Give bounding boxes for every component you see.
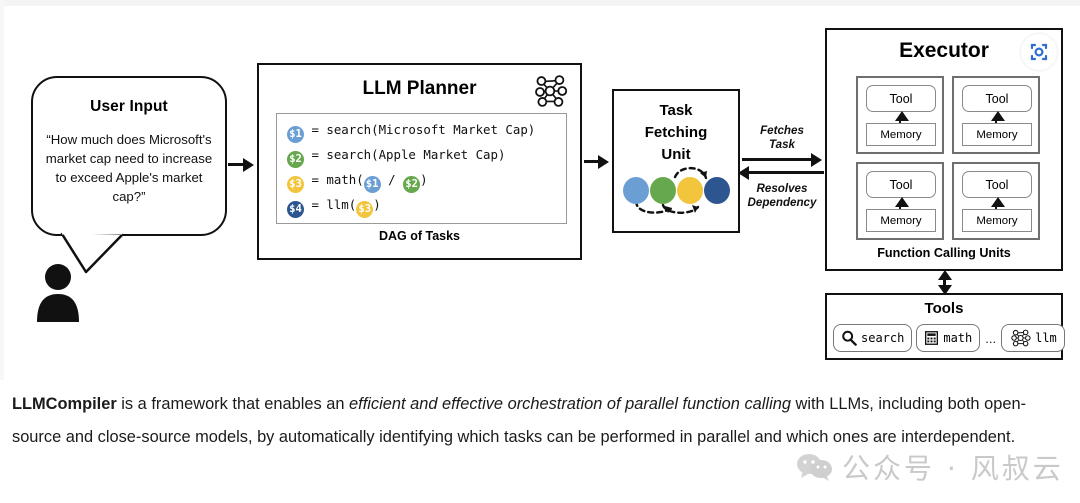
calculator-icon xyxy=(925,331,939,345)
tool-memory-arrow-up-2 xyxy=(991,111,1005,121)
arrow-fetches-task-line xyxy=(742,158,818,161)
caption-bold: LLMCompiler xyxy=(12,395,117,413)
tool-chip-llm-label: llm xyxy=(1035,331,1057,345)
function-calling-unit-3: Tool Memory xyxy=(856,162,944,240)
tools-box: Tools search math ... llm xyxy=(825,293,1065,360)
code-line-1-text: = search(Microsoft Market Cap) xyxy=(304,122,536,137)
dag-code-box: $1 = search(Microsoft Market Cap) $2 = s… xyxy=(276,113,567,224)
memory-box-2: Memory xyxy=(962,123,1032,146)
user-input-title: User Input xyxy=(90,98,168,115)
arrow-resolves-dependency-head xyxy=(738,165,749,180)
search-icon xyxy=(842,330,857,346)
diagram-canvas: User Input “How much does Microsoft's ma… xyxy=(0,0,1080,503)
left-band xyxy=(0,0,4,380)
code-line-3-tail: ) xyxy=(420,172,428,187)
token-var-1: $1 xyxy=(287,126,304,143)
task-1-dot xyxy=(623,177,649,204)
code-line-1: $1 = search(Microsoft Market Cap) xyxy=(287,119,536,143)
function-calling-units-label: Function Calling Units xyxy=(877,246,1011,260)
task-fetching-unit-dots xyxy=(622,163,732,219)
arrow-label-fetches-task: Fetches Task xyxy=(744,124,820,152)
caption-text: LLMCompiler is a framework that enables … xyxy=(12,388,1062,454)
tool-box-3: Tool xyxy=(866,171,936,198)
wechat-icon xyxy=(797,454,832,481)
tools-title: Tools xyxy=(924,300,964,317)
executor-box: Executor Tool Memory Tool Memory Tool Me… xyxy=(825,28,1063,271)
arrow-user-to-planner-head xyxy=(243,157,254,172)
token-var-4: $4 xyxy=(287,201,304,218)
arrow-executor-tools-head-up xyxy=(937,270,952,280)
tools-chip-row: search math ... llm xyxy=(833,322,1065,354)
tool-box-1: Tool xyxy=(866,85,936,112)
code-line-3-sep: / xyxy=(380,172,404,187)
fetches-task-line-1: Fetches xyxy=(760,124,804,137)
task-3-dot xyxy=(677,177,703,204)
caption-italic: efficient and effective orchestration of… xyxy=(349,395,791,413)
function-calling-unit-1: Tool Memory xyxy=(856,76,944,154)
token-arg-3a: $1 xyxy=(363,176,381,193)
arrow-label-resolves-dependency: Resolves Dependency xyxy=(738,182,826,210)
task-fetching-unit-box: Task Fetching Unit xyxy=(612,89,740,233)
memory-box-4: Memory xyxy=(962,209,1032,232)
tfu-title-line-2: Fetching xyxy=(644,124,708,141)
scan-focus-icon xyxy=(1030,43,1048,61)
resolves-dependency-line-1: Resolves xyxy=(756,182,808,195)
neural-network-icon xyxy=(535,75,568,107)
arrow-planner-to-tfu-head xyxy=(598,154,609,169)
code-line-3: $3 = math($1 / $2) xyxy=(287,169,428,193)
top-band xyxy=(0,0,1080,6)
code-line-4: $4 = llm($3) xyxy=(287,194,381,218)
dag-of-tasks-label: DAG of Tasks xyxy=(378,229,461,243)
caption-part2: is a framework that enables an xyxy=(116,395,350,413)
code-line-3-text: = math( xyxy=(304,172,364,187)
person-icon xyxy=(37,264,79,322)
user-input-bubble: User Input “How much does Microsoft's ma… xyxy=(31,76,227,236)
task-2-dot xyxy=(650,177,676,204)
tool-chip-llm[interactable]: llm xyxy=(1001,324,1065,352)
watermark-text: 公众号 · 风叔云 xyxy=(842,452,1064,485)
arrow-fetches-task-head xyxy=(811,152,822,167)
task-fetching-unit-title: Task Fetching Unit xyxy=(614,100,738,166)
resolves-dependency-line-2: Dependency xyxy=(747,196,817,209)
tool-box-4: Tool xyxy=(962,171,1032,198)
token-var-2: $2 xyxy=(287,151,304,168)
tfu-title-line-1: Task xyxy=(659,102,693,119)
tool-memory-arrow-up-1 xyxy=(895,111,909,121)
token-arg-3b: $2 xyxy=(403,176,421,193)
tool-chip-math[interactable]: math xyxy=(916,324,981,352)
memory-box-3: Memory xyxy=(866,209,936,232)
code-line-2: $2 = search(Apple Market Cap) xyxy=(287,144,506,168)
function-calling-unit-4: Tool Memory xyxy=(952,162,1040,240)
neural-network-icon xyxy=(1011,329,1031,347)
tool-chip-math-label: math xyxy=(943,331,973,345)
scan-focus-badge[interactable] xyxy=(1021,34,1057,70)
function-calling-unit-2: Tool Memory xyxy=(952,76,1040,154)
code-line-2-text: = search(Apple Market Cap) xyxy=(304,147,506,162)
memory-box-1: Memory xyxy=(866,123,936,146)
watermark: 公众号 · 风叔云 xyxy=(795,447,1064,487)
fetches-task-line-2: Task xyxy=(769,138,795,151)
token-var-3: $3 xyxy=(287,176,304,193)
task-4-dot xyxy=(704,177,730,204)
tool-chip-search-label: search xyxy=(861,331,905,345)
tool-memory-arrow-up-3 xyxy=(895,197,909,207)
llm-planner-box: LLM Planner $1 = search(Microsoft Market… xyxy=(257,63,582,260)
code-line-4-tail: ) xyxy=(373,197,381,212)
user-input-quote: “How much does Microsoft's market cap ne… xyxy=(45,132,213,204)
tool-box-2: Tool xyxy=(962,85,1032,112)
code-line-4-text: = llm( xyxy=(304,197,357,212)
tool-chip-search[interactable]: search xyxy=(833,324,913,352)
token-arg-4a: $3 xyxy=(356,201,374,218)
arrow-resolves-dependency-line xyxy=(748,171,824,174)
tool-memory-arrow-up-4 xyxy=(991,197,1005,207)
tools-ellipsis: ... xyxy=(985,330,997,346)
